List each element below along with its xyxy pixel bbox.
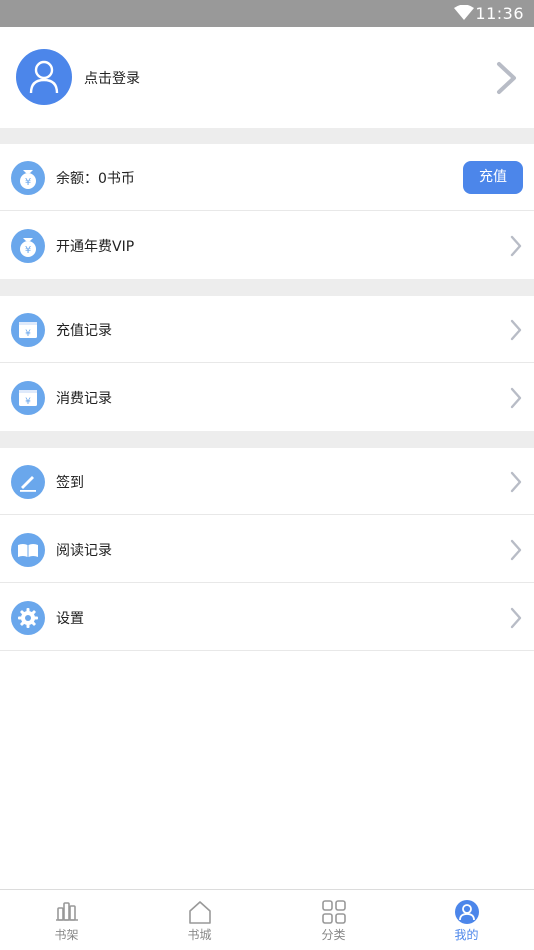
tab-bookshelf[interactable]: 书架 <box>0 890 133 950</box>
tab-mine[interactable]: 我的 <box>400 890 533 950</box>
tab-label: 书架 <box>54 928 79 942</box>
spending-records-row[interactable]: ¥ 消费记录 <box>0 364 534 431</box>
reading-records-label: 阅读记录 <box>56 543 112 559</box>
balance-label: 余额：0书币 <box>56 171 135 187</box>
section-gap <box>0 279 534 296</box>
chevron-right-icon <box>510 235 522 261</box>
recharge-records-row[interactable]: ¥ 充值记录 <box>0 296 534 363</box>
gear-icon <box>11 601 45 635</box>
chevron-right-icon <box>510 471 522 497</box>
svg-text:¥: ¥ <box>25 245 31 256</box>
section-gap <box>0 431 534 448</box>
divider <box>0 650 534 651</box>
bottom-tab-bar: 书架 书城 分类 我的 <box>0 889 534 950</box>
profile-icon <box>454 899 480 929</box>
money-bag-icon: ¥ <box>11 161 45 195</box>
svg-text:¥: ¥ <box>25 177 31 188</box>
wifi-icon <box>454 4 474 25</box>
chevron-right-icon <box>510 319 522 345</box>
settings-row[interactable]: 设置 <box>0 584 534 651</box>
status-time: 11:36 <box>475 4 524 23</box>
status-bar: 11:36 <box>0 0 534 27</box>
vip-label: 开通年费VIP <box>56 239 135 255</box>
receipt-icon: ¥ <box>11 381 45 415</box>
divider <box>0 582 534 583</box>
pen-icon <box>11 465 45 499</box>
chevron-right-icon <box>510 387 522 413</box>
divider <box>0 210 534 211</box>
home-icon <box>187 899 213 929</box>
tab-category[interactable]: 分类 <box>267 890 400 950</box>
chevron-right-icon <box>510 539 522 565</box>
user-icon <box>29 60 59 94</box>
divider <box>0 514 534 515</box>
balance-row: ¥ 余额：0书币 充值 <box>0 144 534 211</box>
grid-icon <box>321 899 347 929</box>
bookshelf-icon <box>55 899 79 927</box>
divider <box>0 362 534 363</box>
avatar <box>16 49 72 105</box>
chevron-right-icon <box>510 607 522 633</box>
svg-text:¥: ¥ <box>25 329 31 339</box>
tab-label: 书城 <box>187 928 212 942</box>
login-prompt: 点击登录 <box>84 71 140 87</box>
section-gap <box>0 128 534 144</box>
recharge-records-label: 充值记录 <box>56 323 112 339</box>
receipt-icon: ¥ <box>11 313 45 347</box>
book-icon <box>11 533 45 567</box>
checkin-label: 签到 <box>56 475 84 491</box>
money-bag-icon: ¥ <box>11 229 45 263</box>
spending-records-label: 消费记录 <box>56 391 112 407</box>
reading-records-row[interactable]: 阅读记录 <box>0 516 534 583</box>
svg-text:¥: ¥ <box>25 397 31 407</box>
checkin-row[interactable]: 签到 <box>0 448 534 515</box>
chevron-right-icon <box>496 61 518 99</box>
recharge-button[interactable]: 充值 <box>463 161 523 194</box>
profile-login-row[interactable]: 点击登录 <box>0 27 534 128</box>
tab-bookstore[interactable]: 书城 <box>133 890 266 950</box>
settings-label: 设置 <box>56 611 84 627</box>
tab-label: 分类 <box>321 928 346 942</box>
vip-row[interactable]: ¥ 开通年费VIP <box>0 212 534 279</box>
tab-label: 我的 <box>454 928 479 942</box>
